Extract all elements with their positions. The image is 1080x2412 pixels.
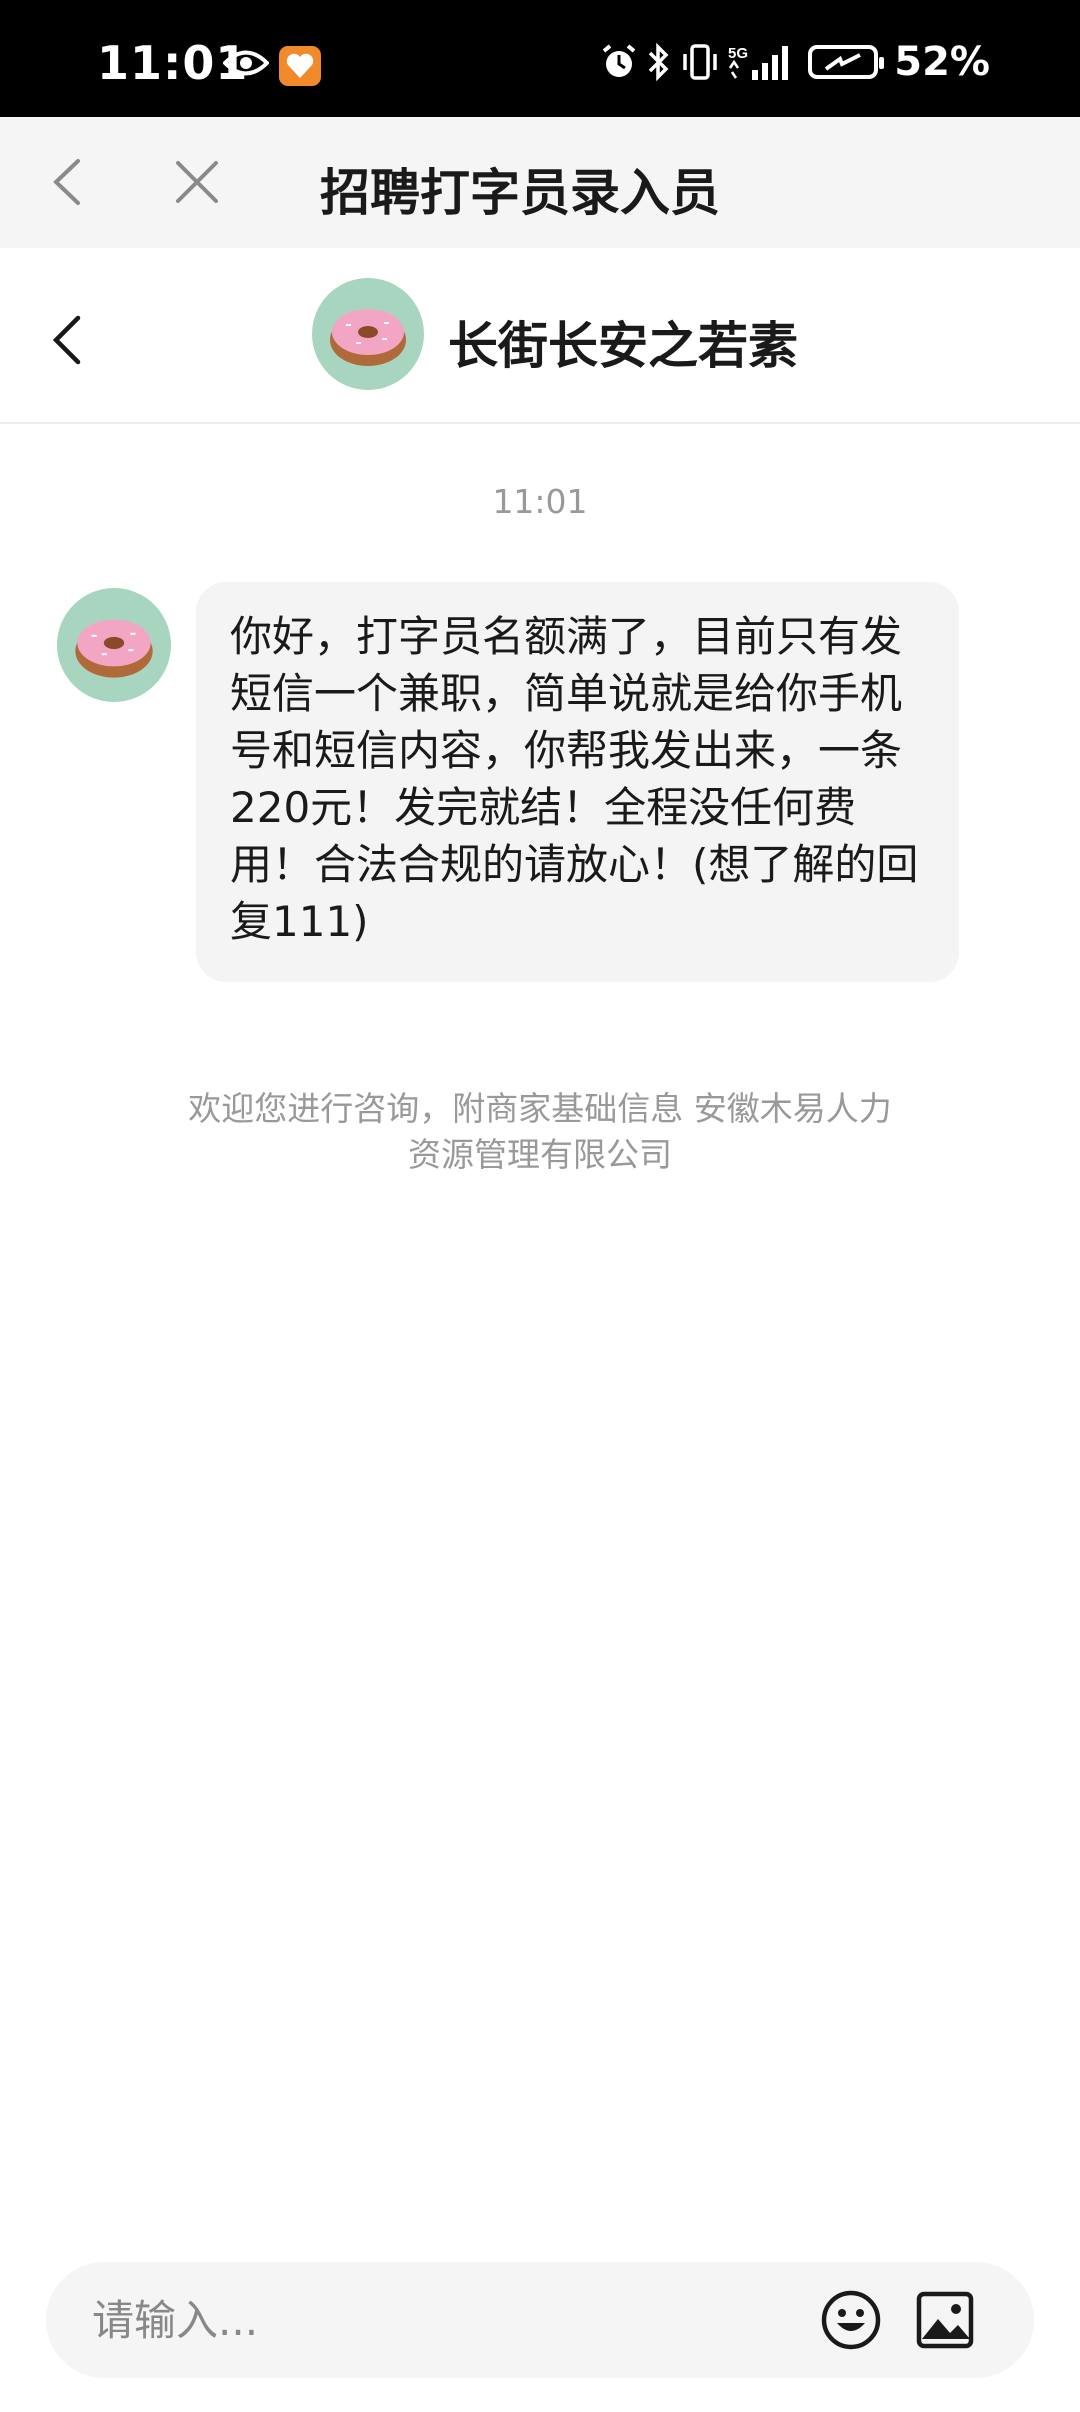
battery-icon [808,45,885,79]
image-icon[interactable] [914,2289,976,2351]
alarm-icon [602,44,636,77]
chat-header: 长街长安之若素 [0,248,1080,424]
battery-percent: 52% [894,39,990,85]
chevron-left-icon[interactable] [48,314,92,366]
eye-icon [223,50,269,76]
signal-icon: 5G [728,45,789,80]
back-arrow-icon[interactable] [42,155,96,209]
app-notification-icon [279,46,321,86]
donut-avatar-icon[interactable] [57,588,171,702]
message-timestamp: 11:01 [492,482,588,521]
bluetooth-icon [649,42,669,82]
contact-name: 长街长安之若素 [448,317,798,375]
message-input-bar [46,2262,1034,2378]
status-bar: 11:01 5G 52% [0,0,1080,117]
system-notice: 欢迎您进行咨询，附商家基础信息 安徽木易人力资源管理有限公司 [188,1089,892,1174]
svg-text:5G: 5G [728,45,748,62]
vibrate-icon [683,44,717,80]
emoji-icon[interactable] [820,2289,882,2351]
close-icon[interactable] [170,155,224,209]
message-bubble[interactable]: 你好，打字员名额满了，目前只有发短信一个兼职，简单说就是给你手机号和短信内容，你… [196,582,959,982]
message-input[interactable] [92,2288,792,2352]
browser-top-bar: 招聘打字员录入员 [0,117,1080,248]
donut-avatar-icon[interactable] [312,278,424,390]
status-icons: 5G 52% [600,39,990,85]
page-title: 招聘打字员录入员 [320,164,720,222]
